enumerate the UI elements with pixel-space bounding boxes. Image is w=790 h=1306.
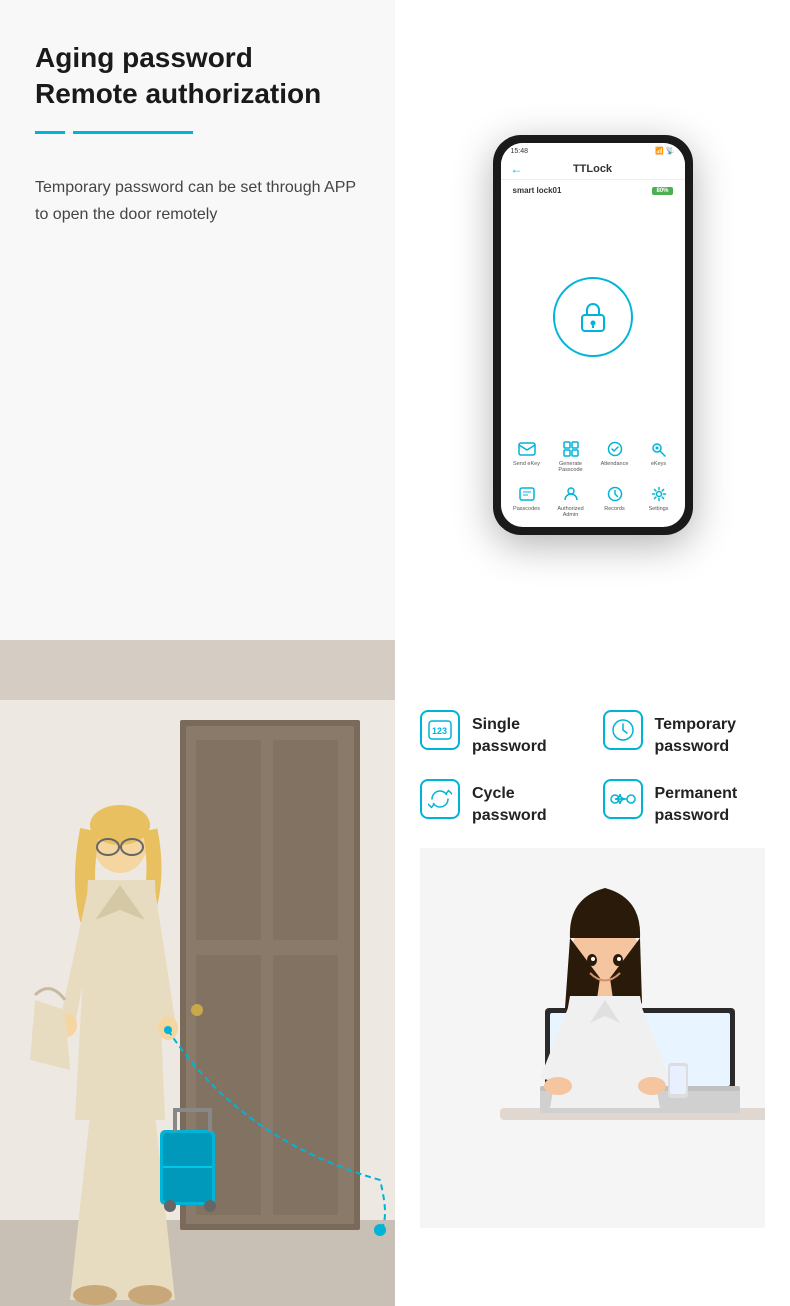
authorized-admin-icon (561, 484, 581, 504)
page-wrapper: Aging password Remote authorization Temp… (0, 0, 790, 1306)
generate-passcode-icon (561, 439, 581, 459)
permanent-password-label: Permanent password (655, 779, 766, 828)
settings-label: Settings (649, 506, 669, 513)
password-type-single: 123 Single password (420, 710, 583, 759)
icon-send-ekey[interactable]: Send eKey (507, 439, 547, 474)
woman-laptop-area (420, 848, 765, 1276)
device-name-bar: smart lock01 80% (501, 180, 685, 201)
icon-passcodes[interactable]: Passcodes (507, 484, 547, 519)
settings-icon (649, 484, 669, 504)
middle-section: 123 Single password Temporary password (0, 640, 790, 1306)
top-section: Aging password Remote authorization Temp… (0, 0, 790, 640)
icon-records[interactable]: Records (595, 484, 635, 519)
woman-laptop-svg (420, 848, 765, 1228)
attendance-label: Attendance (601, 461, 629, 468)
generate-passcode-label: Generate Passcode (551, 461, 591, 474)
lock-circle-icon (553, 277, 633, 357)
password-type-cycle: Cycle password (420, 779, 583, 828)
temporary-password-label: Temporary password (655, 710, 766, 759)
icon-ekeys[interactable]: eKeys (639, 439, 679, 474)
status-icons: 📶 📡 (655, 147, 674, 155)
permanent-password-icon (603, 779, 643, 819)
app-icons-row1: Send eKey Generate Passcode (501, 433, 685, 480)
send-ekey-label: Send eKey (513, 461, 540, 468)
lock-svg (575, 299, 611, 335)
records-icon (605, 484, 625, 504)
divider-long (73, 131, 193, 134)
phone-screen: 15:48 📶 📡 ← TTLock smart lock01 80% (501, 143, 685, 527)
description-text: Temporary password can be set through AP… (35, 174, 360, 228)
lock-display-area (501, 201, 685, 433)
back-arrow[interactable]: ← (511, 162, 523, 176)
send-ekey-icon (517, 439, 537, 459)
single-password-label: Single password (472, 710, 583, 759)
ekeys-label: eKeys (651, 461, 666, 468)
passcodes-label: Passcodes (513, 506, 540, 513)
device-name-label: smart lock01 (513, 186, 562, 195)
title-divider (35, 131, 360, 134)
right-features-area: 123 Single password Temporary password (395, 640, 790, 1306)
password-type-temporary: Temporary password (603, 710, 766, 759)
icon-generate-passcode[interactable]: Generate Passcode (551, 439, 591, 474)
icon-settings[interactable]: Settings (639, 484, 679, 519)
divider-short (35, 131, 65, 134)
page-title: Aging password Remote authorization (35, 40, 360, 113)
phone-status-bar: 15:48 📶 📡 (501, 143, 685, 159)
password-types-grid: 123 Single password Temporary password (420, 710, 765, 828)
person-image-area (0, 640, 395, 1306)
icon-authorized-admin[interactable]: Authorized Admin (551, 484, 591, 519)
battery-label: 80% (652, 187, 672, 195)
temporary-password-icon (603, 710, 643, 750)
person-scene-svg (0, 640, 395, 1306)
records-label: Records (604, 506, 624, 513)
single-password-icon: 123 (420, 710, 460, 750)
phone-header: ← TTLock (501, 159, 685, 180)
phone-mockup: 15:48 📶 📡 ← TTLock smart lock01 80% (493, 135, 693, 535)
icon-attendance[interactable]: Attendance (595, 439, 635, 474)
app-title: TTLock (573, 163, 612, 175)
left-panel: Aging password Remote authorization Temp… (0, 0, 395, 640)
ekeys-icon (649, 439, 669, 459)
status-time: 15:48 (511, 148, 529, 155)
svg-text:123: 123 (432, 726, 447, 736)
right-panel: 15:48 📶 📡 ← TTLock smart lock01 80% (395, 0, 790, 640)
attendance-icon (605, 439, 625, 459)
app-icons-row2: Passcodes Authorized Admin (501, 480, 685, 527)
cycle-password-icon (420, 779, 460, 819)
cycle-password-label: Cycle password (472, 779, 583, 828)
passcodes-icon (517, 484, 537, 504)
authorized-admin-label: Authorized Admin (551, 506, 591, 519)
password-type-permanent: Permanent password (603, 779, 766, 828)
